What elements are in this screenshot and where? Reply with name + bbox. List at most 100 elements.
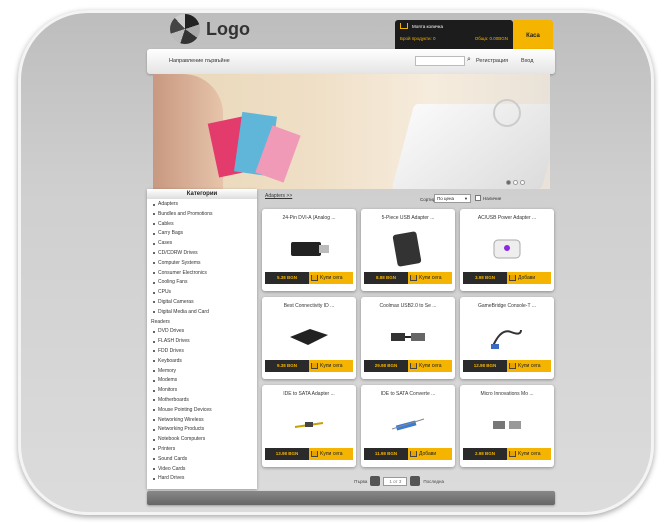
cart-icon (400, 23, 408, 29)
buy-button[interactable]: Kупи сега (309, 360, 353, 372)
category-item[interactable]: Readers (147, 318, 257, 328)
category-item[interactable]: Cases (147, 239, 257, 249)
category-item[interactable]: Cooling Fans (147, 278, 257, 288)
site-logo[interactable]: Logo (170, 14, 250, 44)
category-item[interactable]: Mouse Pointing Devices (147, 406, 257, 416)
micro-innovations-image[interactable] (480, 405, 534, 445)
buy-button[interactable]: Kупи сега (309, 448, 353, 460)
category-item[interactable]: DVD Drives (147, 327, 257, 337)
product-card[interactable]: Coolmax USB2.0 to Se ... 29.98 BGN Kупи … (361, 297, 455, 379)
ide-sata-converter-image[interactable] (381, 405, 435, 445)
buy-button[interactable]: Kупи сега (408, 360, 452, 372)
buy-button[interactable]: Добави (507, 272, 551, 284)
pagination: Първа 1 от 3 Последна (354, 476, 444, 486)
product-card[interactable]: AC/USB Power Adapter ... 3.98 BGN Добави (460, 209, 554, 291)
category-item[interactable]: Digital Cameras (147, 298, 257, 308)
product-card[interactable]: Micro Innovations Mo ... 2.98 BGN Kупи с… (460, 385, 554, 467)
chevron-down-icon: ▼ (464, 196, 468, 201)
category-item[interactable]: Networking Products (147, 425, 257, 435)
cart-total: Обща: 0.00ВGN (474, 36, 508, 41)
slider-dot[interactable] (506, 180, 511, 185)
cart-item-count: Брой продукти: 0 (400, 36, 436, 41)
buy-button[interactable]: Kупи сега (408, 272, 452, 284)
category-item[interactable]: Printers (147, 445, 257, 455)
usb-adapter-image[interactable] (381, 229, 435, 269)
dvi-adapter-image[interactable] (282, 229, 336, 269)
product-card[interactable]: 24-Pin DVI-A (Analog ... 5.38 BGN Kупи с… (262, 209, 356, 291)
usb-serial-image[interactable] (381, 317, 435, 357)
category-item[interactable]: Keyboards (147, 357, 257, 367)
category-item[interactable]: Modems (147, 376, 257, 386)
product-title[interactable]: Best Connectivity ID ... (266, 303, 352, 309)
product-title[interactable]: AC/USB Power Adapter ... (464, 215, 550, 221)
category-item[interactable]: CD/CDRW Drives (147, 249, 257, 259)
in-stock-checkbox[interactable] (475, 195, 481, 201)
slider-dot[interactable] (513, 180, 518, 185)
product-title[interactable]: 24-Pin DVI-A (Analog ... (266, 215, 352, 221)
card-reader-image[interactable] (282, 317, 336, 357)
ide-sata-adapter-image[interactable] (282, 405, 336, 445)
product-area: Adapters >> Сортирай По цена ▼ Наличие 2… (262, 189, 554, 489)
buy-button[interactable]: Kупи сега (507, 448, 551, 460)
category-item[interactable]: Monitors (147, 386, 257, 396)
product-title[interactable]: IDE to SATA Converte ... (365, 391, 451, 397)
breadcrumb[interactable]: Adapters >> (265, 193, 292, 199)
register-link[interactable]: Регистрация (476, 58, 508, 64)
product-title[interactable]: IDE to SATA Adapter ... (266, 391, 352, 397)
category-item[interactable]: FDD Drives (147, 347, 257, 357)
category-item[interactable]: Video Cards (147, 465, 257, 475)
product-price: 29.98 BGN (364, 360, 408, 372)
cart-icon (410, 363, 417, 369)
product-price: 8.88 BGN (364, 272, 408, 284)
cart-icon (509, 363, 516, 369)
search-input[interactable] (415, 56, 465, 66)
category-item[interactable]: Networking Wireless (147, 416, 257, 426)
category-item[interactable]: CPUs (147, 288, 257, 298)
category-item[interactable]: Digital Media and Card (147, 308, 257, 318)
login-link[interactable]: Вход (521, 58, 533, 64)
cart-summary[interactable]: Моята количка Брой продукти: 0 Обща: 0.0… (395, 20, 513, 52)
category-item[interactable]: Cables (147, 220, 257, 230)
category-item[interactable]: Motherboards (147, 396, 257, 406)
checkout-button[interactable]: Каса (513, 20, 553, 52)
category-item[interactable]: Memory (147, 367, 257, 377)
sort-select[interactable]: По цена ▼ (434, 194, 471, 203)
product-card[interactable]: Best Connectivity ID ... 9.38 BGN Kупи с… (262, 297, 356, 379)
game-bridge-image[interactable] (480, 317, 534, 357)
buy-label: Kупи сега (320, 363, 343, 369)
buy-button[interactable]: Kупи сега (309, 272, 353, 284)
buy-label: Добави (518, 275, 536, 281)
product-card[interactable]: 5-Piece USB Adapter ... 8.88 BGN Kупи се… (361, 209, 455, 291)
product-title[interactable]: Micro Innovations Mo ... (464, 391, 550, 397)
category-item[interactable]: FLASH Drives (147, 337, 257, 347)
slider-dots (506, 180, 525, 185)
search-icon[interactable]: ⌕ (467, 56, 471, 64)
buy-label: Добави (419, 451, 437, 457)
hero-banner[interactable] (153, 74, 550, 189)
product-card[interactable]: GameBridge Console-T ... 12.98 BGN Kупи … (460, 297, 554, 379)
buy-button[interactable]: Kупи сега (507, 360, 551, 372)
next-page-button[interactable] (410, 476, 421, 486)
home-link[interactable]: Направление първъйне (169, 58, 230, 64)
buy-button[interactable]: Добави (408, 448, 452, 460)
power-adapter-image[interactable] (480, 229, 534, 269)
pager-first-label: Първа (354, 478, 368, 484)
logo-text: Logo (206, 18, 250, 39)
category-item[interactable]: Notebook Computers (147, 435, 257, 445)
page-input[interactable]: 1 от 3 (383, 476, 408, 486)
prev-page-button[interactable] (370, 476, 381, 486)
category-item[interactable]: Consumer Electronics (147, 269, 257, 279)
category-item[interactable]: Carry Bags (147, 229, 257, 239)
product-title[interactable]: Coolmax USB2.0 to Se ... (365, 303, 451, 309)
product-card[interactable]: IDE to SATA Adapter ... 13.98 BGN Kупи с… (262, 385, 356, 467)
cart-title: Моята количка (412, 24, 443, 29)
category-item[interactable]: Computer Systems (147, 259, 257, 269)
product-title[interactable]: 5-Piece USB Adapter ... (365, 215, 451, 221)
category-item[interactable]: Hard Drives (147, 474, 257, 484)
category-item[interactable]: Sound Cards (147, 455, 257, 465)
product-card[interactable]: IDE to SATA Converte ... 11.98 BGN Добав… (361, 385, 455, 467)
category-item[interactable]: Bundles and Promotions (147, 210, 257, 220)
category-item[interactable]: Adapters (147, 200, 257, 210)
product-title[interactable]: GameBridge Console-T ... (464, 303, 550, 309)
slider-dot[interactable] (520, 180, 525, 185)
